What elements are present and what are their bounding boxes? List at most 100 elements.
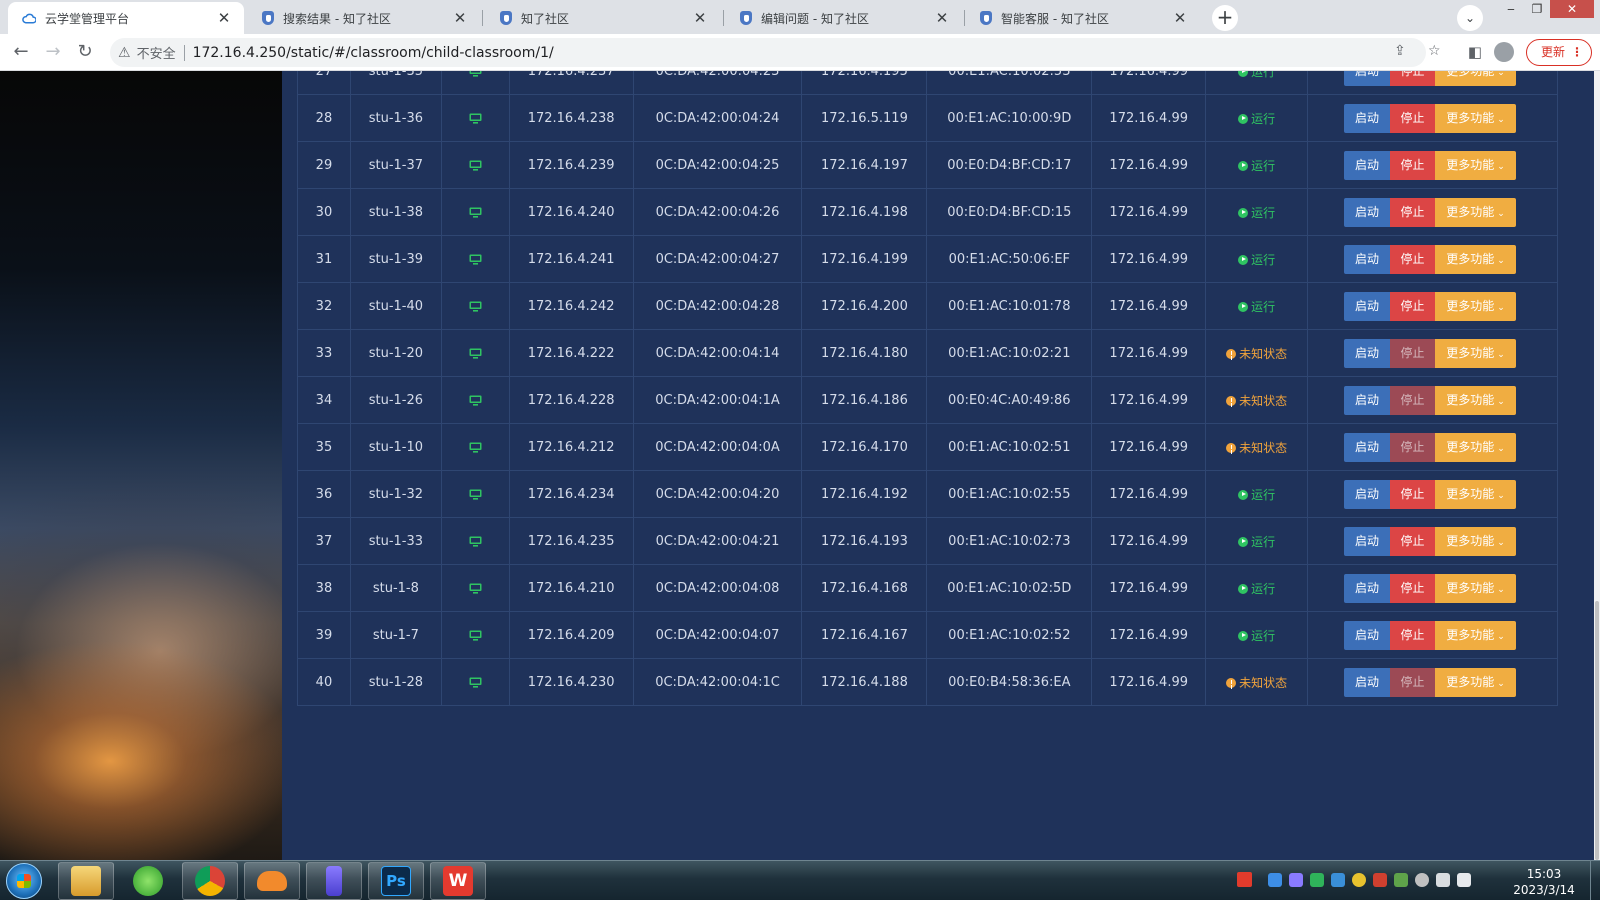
back-icon[interactable]: ← [8, 39, 34, 65]
warning-icon[interactable]: ⚠ [118, 45, 131, 61]
app-tray-icon[interactable] [1415, 873, 1429, 887]
taskbar-360-browser[interactable] [120, 862, 176, 900]
restore-icon[interactable]: ❐ [1524, 0, 1550, 18]
more-functions-button[interactable]: 更多功能⌄ [1435, 385, 1517, 415]
more-functions-label: 更多功能 [1446, 533, 1495, 548]
more-functions-button[interactable]: 更多功能⌄ [1435, 479, 1517, 509]
more-functions-button[interactable]: 更多功能⌄ [1435, 244, 1517, 274]
tab-edit-question[interactable]: 编辑问题 - 知了社区 ✕ [726, 2, 962, 34]
more-functions-button[interactable]: 更多功能⌄ [1435, 338, 1517, 368]
start-button[interactable]: 启动 [1344, 291, 1391, 321]
more-functions-button[interactable]: 更多功能⌄ [1435, 71, 1517, 86]
stop-button[interactable]: 停止 [1390, 620, 1436, 650]
new-tab-button[interactable]: + [1212, 5, 1238, 31]
phone-link-icon[interactable] [1289, 873, 1303, 887]
start-button[interactable]: 启动 [1344, 197, 1391, 227]
cell-term-mac: 00:E1:AC:10:02:73 [926, 517, 1093, 565]
stop-button[interactable]: 停止 [1390, 667, 1436, 697]
onedrive-icon[interactable] [1268, 873, 1282, 887]
chevron-down-icon: ⌄ [1497, 678, 1505, 689]
start-button[interactable]: 启动 [1344, 103, 1391, 133]
close-icon[interactable]: ✕ [216, 9, 232, 27]
cell-gateway: 172.16.4.99 [1091, 470, 1207, 518]
download-icon[interactable] [1394, 873, 1408, 887]
start-button[interactable]: 启动 [1344, 385, 1391, 415]
more-functions-button[interactable]: 更多功能⌄ [1435, 667, 1517, 697]
status-label: 运行 [1251, 158, 1276, 173]
stop-button[interactable]: 停止 [1390, 150, 1436, 180]
profile-avatar[interactable] [1494, 42, 1514, 62]
window-close-icon[interactable]: ✕ [1550, 0, 1594, 18]
network-app-icon[interactable] [1331, 873, 1345, 887]
more-functions-button[interactable]: 更多功能⌄ [1435, 197, 1517, 227]
more-functions-button[interactable]: 更多功能⌄ [1435, 620, 1517, 650]
taskbar-file-explorer[interactable] [58, 862, 114, 900]
side-panel-icon[interactable]: ◧ [1462, 39, 1488, 65]
start-button[interactable]: 启动 [1344, 150, 1391, 180]
stop-button[interactable]: 停止 [1390, 103, 1436, 133]
stop-button[interactable]: 停止 [1390, 573, 1436, 603]
start-button[interactable]: 启动 [1344, 667, 1391, 697]
stop-button[interactable]: 停止 [1390, 244, 1436, 274]
table-row: 30 stu-1-38 172.16.4.240 0C:DA:42:00:04:26 1… [297, 188, 1558, 236]
more-functions-button[interactable]: 更多功能⌄ [1435, 526, 1517, 556]
plus-icon[interactable] [1352, 873, 1366, 887]
taskbar-chrome[interactable] [182, 862, 238, 900]
tab-yunxuetang[interactable]: 云学堂管理平台 ✕ [8, 2, 244, 34]
forward-icon[interactable]: → [40, 39, 66, 65]
start-button[interactable]: 启动 [1344, 573, 1391, 603]
start-button[interactable]: 启动 [1344, 432, 1391, 462]
tab-smart-service[interactable]: 智能客服 - 知了社区 ✕ [966, 2, 1200, 34]
start-button[interactable]: 启动 [1344, 526, 1391, 556]
start-button[interactable]: 启动 [1344, 244, 1391, 274]
taskbar-wps[interactable]: W [430, 862, 486, 900]
stop-button[interactable]: 停止 [1390, 197, 1436, 227]
tab-search-button[interactable]: ⌄ [1457, 5, 1483, 31]
stop-button[interactable]: 停止 [1390, 291, 1436, 321]
close-icon[interactable]: ✕ [934, 9, 950, 27]
stop-button[interactable]: 停止 [1390, 432, 1436, 462]
stop-button[interactable]: 停止 [1390, 479, 1436, 509]
star-icon[interactable]: ☆ [1428, 43, 1441, 59]
page-viewport: 27 stu-1-35 172.16.4.237 0C:DA:42:00:04:23 1… [0, 71, 1600, 860]
tab-zhiliao[interactable]: 知了社区 ✕ [486, 2, 720, 34]
security-label[interactable]: 不安全 [137, 43, 176, 62]
reload-icon[interactable]: ↻ [72, 39, 98, 65]
stop-button[interactable]: 停止 [1390, 526, 1436, 556]
minimize-icon[interactable]: ‒ [1498, 0, 1524, 18]
close-icon[interactable]: ✕ [452, 9, 468, 27]
more-functions-label: 更多功能 [1446, 298, 1495, 313]
start-button[interactable]: 启动 [1344, 620, 1391, 650]
share-icon[interactable]: ⇪ [1394, 43, 1406, 59]
tab-search-results[interactable]: 搜索结果 - 知了社区 ✕ [248, 2, 480, 34]
start-button[interactable] [6, 863, 42, 899]
stop-button[interactable]: 停止 [1390, 385, 1436, 415]
start-button[interactable]: 启动 [1344, 479, 1391, 509]
stop-button[interactable]: 停止 [1390, 338, 1436, 368]
stop-button[interactable]: 停止 [1390, 71, 1436, 86]
more-functions-button[interactable]: 更多功能⌄ [1435, 573, 1517, 603]
volume-icon[interactable] [1457, 873, 1471, 887]
action-center-icon[interactable] [1436, 873, 1450, 887]
close-icon[interactable]: ✕ [1172, 9, 1188, 27]
mute-icon[interactable] [1373, 873, 1387, 887]
taskbar-phone-app[interactable] [306, 862, 362, 900]
taskbar-photoshop[interactable]: Ps [368, 862, 424, 900]
shield-icon[interactable] [1310, 873, 1324, 887]
chevron-down-icon: ⌄ [1497, 349, 1505, 360]
sogou-input-icon[interactable] [1237, 872, 1252, 887]
more-functions-button[interactable]: 更多功能⌄ [1435, 103, 1517, 133]
scrollbar-thumb[interactable] [1595, 601, 1599, 860]
update-button[interactable]: 更新 ⋮ [1526, 39, 1592, 66]
url-text[interactable]: 172.16.4.250/static/#/classroom/child-cl… [193, 45, 554, 61]
more-functions-button[interactable]: 更多功能⌄ [1435, 432, 1517, 462]
system-clock[interactable]: 15:03 2023/3/14 [1506, 866, 1582, 898]
taskbar-cloud-app[interactable] [244, 862, 300, 900]
start-button[interactable]: 启动 [1344, 71, 1391, 86]
more-functions-button[interactable]: 更多功能⌄ [1435, 291, 1517, 321]
address-bar[interactable]: ⚠ 不安全 172.16.4.250/static/#/classroom/ch… [110, 38, 1426, 67]
show-desktop-button[interactable] [1590, 861, 1600, 900]
close-icon[interactable]: ✕ [692, 9, 708, 27]
start-button[interactable]: 启动 [1344, 338, 1391, 368]
more-functions-button[interactable]: 更多功能⌄ [1435, 150, 1517, 180]
